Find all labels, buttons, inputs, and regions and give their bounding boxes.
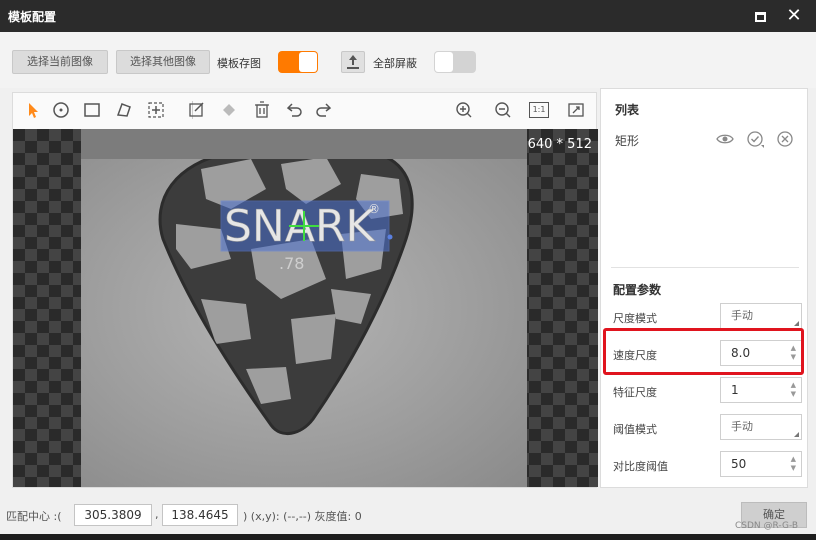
list-item-rectangle[interactable]: 矩形 bbox=[615, 132, 639, 149]
param-label-scale-mode: 尺度模式 bbox=[613, 312, 657, 325]
select-current-image-button[interactable]: 选择当前图像 bbox=[12, 50, 108, 74]
threshold-mode-value: 手动 bbox=[731, 420, 753, 433]
top-toolbar: 选择当前图像 选择其他图像 模板存图 全部屏蔽 bbox=[0, 32, 816, 88]
delete-icon bbox=[255, 101, 269, 118]
param-label-threshold-mode: 阈值模式 bbox=[613, 423, 657, 436]
status-bar: 匹配中心 :( 305.3809 , 138.4645 ) (x,y): (--… bbox=[0, 498, 816, 534]
upload-icon bbox=[347, 55, 359, 69]
close-circle-icon bbox=[777, 131, 793, 147]
title-bar: 模板配置 ✕ bbox=[0, 0, 816, 32]
pointer-tool[interactable] bbox=[23, 99, 45, 121]
image-view[interactable]: SNARK ® .78 640 * 512 bbox=[13, 129, 598, 487]
remove-button[interactable] bbox=[775, 129, 795, 149]
undo-tool[interactable] bbox=[283, 99, 305, 121]
close-icon: ✕ bbox=[786, 5, 802, 26]
spinner-arrows-icon[interactable]: ▲ ▼ bbox=[791, 381, 796, 399]
actual-size-icon[interactable]: 1:1 bbox=[529, 102, 549, 118]
list-title: 列表 bbox=[615, 103, 640, 117]
right-panel: 列表 矩形 配置参数 尺度模式 手动 速度尺度 8.0 ▲ ▼ 特征尺度 1 ▲ ▼… bbox=[600, 88, 808, 488]
redo-tool[interactable] bbox=[313, 99, 335, 121]
delete-tool[interactable] bbox=[251, 99, 273, 121]
fit-icon bbox=[568, 103, 584, 117]
contrast-threshold-spinbox[interactable]: 50 ▲ ▼ bbox=[720, 451, 802, 477]
window-title: 模板配置 bbox=[8, 10, 57, 24]
circle-tool[interactable] bbox=[50, 99, 72, 121]
match-center-x: 305.3809 bbox=[74, 504, 152, 526]
canvas-panel: 1:1 ® .78 640 * 512 bbox=[12, 92, 598, 488]
template-save-toggle[interactable] bbox=[278, 51, 318, 73]
close-button[interactable]: ✕ bbox=[782, 4, 806, 28]
param-label-feature-scale: 特征尺度 bbox=[613, 386, 657, 399]
spinner-arrows-icon[interactable]: ▲ ▼ bbox=[791, 455, 796, 473]
coord-comma: , bbox=[155, 508, 159, 521]
param-label-contrast-threshold: 对比度阈值 bbox=[613, 460, 668, 473]
scale-mode-value: 手动 bbox=[731, 309, 753, 322]
zoom-in-tool[interactable] bbox=[453, 99, 475, 121]
mask-all-label: 全部屏蔽 bbox=[373, 57, 417, 70]
highlight-box bbox=[603, 328, 804, 375]
image-resolution: 640 * 512 bbox=[527, 137, 592, 152]
toggle-knob bbox=[435, 52, 453, 72]
dropdown-caret-icon bbox=[794, 432, 799, 437]
match-center-y: 138.4645 bbox=[162, 504, 238, 526]
footer-strip bbox=[0, 534, 816, 540]
polygon-tool[interactable] bbox=[113, 99, 135, 121]
upload-button[interactable] bbox=[341, 51, 365, 73]
crosshair-tool[interactable] bbox=[145, 99, 167, 121]
redo-icon bbox=[316, 103, 332, 117]
visibility-button[interactable] bbox=[715, 129, 735, 149]
fill-icon bbox=[223, 104, 235, 116]
scale-mode-select[interactable]: 手动 bbox=[720, 303, 802, 329]
fill-tool[interactable] bbox=[218, 99, 240, 121]
edit-icon bbox=[189, 102, 204, 117]
toggle-knob bbox=[299, 52, 317, 72]
pick-number-text: .78 bbox=[279, 254, 304, 273]
maximize-icon bbox=[754, 11, 766, 22]
maximize-button[interactable] bbox=[748, 4, 772, 28]
eye-icon bbox=[716, 134, 734, 144]
threshold-mode-select[interactable]: 手动 bbox=[720, 414, 802, 440]
dropdown-caret-icon bbox=[794, 321, 799, 326]
rectangle-tool[interactable] bbox=[81, 99, 103, 121]
select-other-image-button[interactable]: 选择其他图像 bbox=[116, 50, 210, 74]
watermark: CSDN @R-G-B bbox=[735, 521, 799, 531]
zoom-out-icon bbox=[495, 102, 511, 118]
check-circle-icon bbox=[747, 131, 764, 148]
zoom-in-icon bbox=[456, 102, 472, 118]
panel-divider bbox=[611, 267, 799, 268]
rectangle-icon bbox=[84, 103, 100, 117]
pointer-icon bbox=[29, 103, 38, 118]
crosshair-icon bbox=[148, 102, 164, 118]
feature-scale-spinbox[interactable]: 1 ▲ ▼ bbox=[720, 377, 802, 403]
template-save-label: 模板存图 bbox=[217, 57, 261, 70]
mask-all-toggle[interactable] bbox=[434, 51, 476, 73]
guitar-pick-image: SNARK ® .78 bbox=[158, 144, 414, 435]
fit-tool[interactable] bbox=[565, 99, 587, 121]
pick-reg-mark: ® bbox=[368, 202, 380, 216]
params-title: 配置参数 bbox=[613, 283, 662, 297]
confirm-button[interactable] bbox=[745, 129, 765, 149]
zoom-out-tool[interactable] bbox=[492, 99, 514, 121]
canvas-toolbar: 1:1 bbox=[13, 93, 598, 127]
polygon-icon bbox=[116, 103, 131, 117]
camera-image: SNARK ® .78 bbox=[81, 129, 527, 487]
image-top-strip bbox=[81, 129, 527, 159]
circle-icon bbox=[53, 102, 69, 118]
cursor-coordinates: ) (x,y): (--,--) 灰度值: 0 bbox=[243, 510, 362, 523]
feature-scale-value: 1 bbox=[731, 383, 739, 397]
undo-icon bbox=[286, 103, 302, 117]
contrast-threshold-value: 50 bbox=[731, 457, 747, 471]
match-center-label: 匹配中心 :( bbox=[6, 510, 62, 523]
edit-tool[interactable] bbox=[186, 99, 208, 121]
